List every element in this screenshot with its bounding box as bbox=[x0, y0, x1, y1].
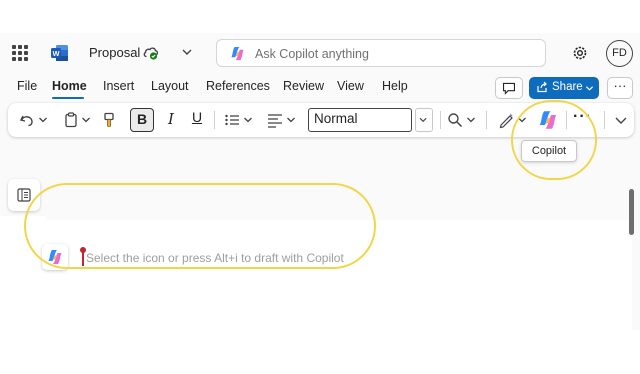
format-painter-icon[interactable] bbox=[100, 111, 118, 129]
document-title[interactable]: Proposal bbox=[89, 45, 140, 60]
word-logo-icon[interactable]: W bbox=[50, 43, 70, 63]
share-button[interactable]: Share bbox=[529, 77, 599, 99]
comments-button[interactable] bbox=[495, 77, 523, 99]
underline-button[interactable]: U bbox=[188, 109, 206, 125]
copilot-icon bbox=[231, 46, 244, 61]
chevron-down-icon[interactable] bbox=[81, 111, 91, 129]
separator bbox=[440, 111, 441, 129]
app-launcher-icon[interactable] bbox=[12, 45, 28, 61]
separator bbox=[214, 111, 215, 129]
share-icon bbox=[537, 81, 547, 93]
chevron-down-icon bbox=[585, 86, 594, 91]
nav-pane-icon bbox=[17, 188, 31, 202]
highlight-circle-draft bbox=[24, 183, 376, 269]
tab-home[interactable]: Home bbox=[52, 79, 87, 93]
tab-layout[interactable]: Layout bbox=[151, 79, 189, 93]
separator bbox=[486, 111, 487, 129]
style-select[interactable]: Normal bbox=[308, 108, 412, 132]
tab-file[interactable]: File bbox=[17, 79, 37, 93]
separator bbox=[604, 111, 605, 129]
chevron-down-icon[interactable] bbox=[181, 46, 193, 58]
chevron-down-icon[interactable] bbox=[612, 111, 630, 129]
copilot-search-box[interactable]: Ask Copilot anything bbox=[216, 39, 546, 67]
chevron-down-icon[interactable] bbox=[243, 111, 253, 129]
clipboard-icon[interactable] bbox=[62, 111, 80, 129]
chevron-down-icon[interactable] bbox=[466, 111, 476, 129]
active-tab-indicator bbox=[52, 97, 84, 99]
svg-text:W: W bbox=[52, 49, 60, 58]
undo-icon[interactable] bbox=[18, 111, 36, 129]
cloud-saved-icon[interactable] bbox=[142, 43, 160, 61]
italic-button[interactable]: I bbox=[162, 110, 180, 128]
more-options-button[interactable]: ··· bbox=[607, 77, 633, 99]
tab-view[interactable]: View bbox=[337, 79, 364, 93]
tab-review[interactable]: Review bbox=[283, 79, 324, 93]
vertical-scrollbar[interactable] bbox=[629, 189, 634, 235]
bullets-icon[interactable] bbox=[223, 111, 241, 129]
bold-button[interactable]: B bbox=[130, 108, 154, 132]
style-dropdown-button[interactable] bbox=[415, 108, 433, 132]
search-placeholder: Ask Copilot anything bbox=[255, 47, 369, 61]
share-label: Share bbox=[552, 81, 583, 93]
tab-references[interactable]: References bbox=[206, 79, 270, 93]
chevron-down-icon[interactable] bbox=[286, 111, 296, 129]
align-icon[interactable] bbox=[266, 111, 284, 129]
avatar[interactable]: FD bbox=[606, 40, 633, 67]
gear-icon[interactable] bbox=[571, 44, 589, 62]
title-bar: W Proposal Ask Copilot anything FD bbox=[0, 33, 640, 73]
highlight-circle-copilot bbox=[511, 100, 597, 180]
search-icon[interactable] bbox=[446, 111, 464, 129]
word-app: W Proposal Ask Copilot anything FD File bbox=[0, 33, 640, 363]
comment-icon bbox=[503, 82, 515, 95]
chevron-down-icon[interactable] bbox=[38, 111, 48, 129]
tab-help[interactable]: Help bbox=[382, 79, 408, 93]
tab-insert[interactable]: Insert bbox=[103, 79, 134, 93]
